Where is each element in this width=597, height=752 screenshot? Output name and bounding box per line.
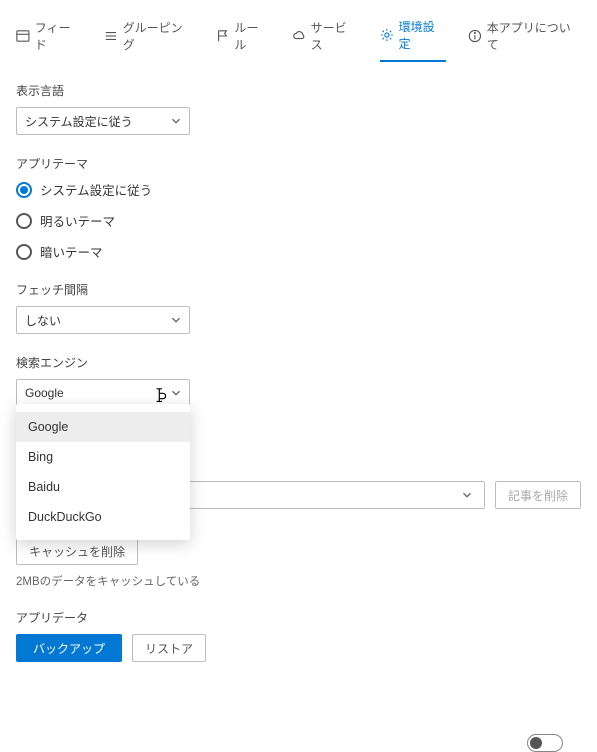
radio-icon [16, 213, 32, 229]
fetch-value: しない [25, 312, 61, 329]
search-option-bing[interactable]: Bing [16, 442, 190, 472]
chevron-down-icon [169, 386, 183, 400]
theme-option-system[interactable]: システム設定に従う [16, 180, 581, 199]
section-fetch: フェッチ間隔 しない [16, 281, 581, 334]
section-language: 表示言語 システム設定に従う [16, 82, 581, 135]
language-select[interactable]: システム設定に従う [16, 107, 190, 135]
radio-label: システム設定に従う [40, 180, 152, 199]
tab-label: フィード [35, 19, 82, 53]
tab-bar: フィード グルーピング ルール サービス 環境設定 本アプリについて [16, 8, 581, 62]
clear-cache-button[interactable]: キャッシュを削除 [16, 537, 138, 565]
section-theme: アプリテーマ システム設定に従う 明るいテーマ 暗いテーマ [16, 155, 581, 261]
radio-icon [16, 244, 32, 260]
appdata-label: アプリデータ [16, 609, 581, 626]
chevron-down-icon [169, 114, 183, 128]
cloud-icon [292, 29, 306, 43]
search-select[interactable]: Google [16, 379, 190, 407]
search-value: Google [25, 386, 64, 400]
search-option-baidu[interactable]: Baidu [16, 472, 190, 502]
section-search: 検索エンジン Google Google Bing Baidu DuckDuck… [16, 354, 581, 509]
search-option-duckduckgo[interactable]: DuckDuckGo [16, 502, 190, 532]
theme-option-dark[interactable]: 暗いテーマ [16, 242, 581, 261]
tab-label: ルール [234, 19, 269, 53]
search-dropdown: Google Bing Baidu DuckDuckGo [16, 404, 190, 540]
chevron-down-icon [460, 488, 474, 502]
search-option-google[interactable]: Google [16, 412, 190, 442]
language-value: システム設定に従う [25, 113, 133, 130]
restore-button[interactable]: リストア [132, 634, 206, 662]
tab-settings[interactable]: 環境設定 [380, 14, 446, 62]
cache-status: 2MBのデータをキャッシュしている [16, 573, 581, 589]
tab-about[interactable]: 本アプリについて [468, 14, 581, 62]
group-icon [104, 29, 118, 43]
radio-label: 暗いテーマ [40, 242, 103, 261]
tab-service[interactable]: サービス [292, 14, 358, 62]
info-icon [468, 29, 482, 43]
tab-label: 環境設定 [399, 18, 446, 52]
tab-rule[interactable]: ルール [216, 14, 270, 62]
tab-label: 本アプリについて [487, 19, 581, 53]
tab-label: サービス [311, 19, 358, 53]
search-label: 検索エンジン [16, 354, 581, 371]
flag-icon [216, 29, 230, 43]
delete-article-button[interactable]: 記事を削除 [495, 481, 581, 509]
fetch-label: フェッチ間隔 [16, 281, 581, 298]
backup-button[interactable]: バックアップ [16, 634, 122, 662]
radio-icon [16, 182, 32, 198]
gear-icon [380, 28, 394, 42]
chevron-down-icon [169, 313, 183, 327]
radio-label: 明るいテーマ [40, 211, 115, 230]
theme-option-light[interactable]: 明るいテーマ [16, 211, 581, 230]
language-label: 表示言語 [16, 82, 581, 99]
theme-label: アプリテーマ [16, 155, 581, 172]
tab-feed[interactable]: フィード [16, 14, 82, 62]
tab-grouping[interactable]: グルーピング [104, 14, 194, 62]
toggle-switch[interactable] [527, 734, 563, 752]
theme-radio-group: システム設定に従う 明るいテーマ 暗いテーマ [16, 180, 581, 261]
list-icon [16, 29, 30, 43]
fetch-select[interactable]: しない [16, 306, 190, 334]
tab-label: グルーピング [123, 19, 194, 53]
section-appdata: アプリデータ バックアップ リストア [16, 609, 581, 662]
section-cache: キャッシュを削除 2MBのデータをキャッシュしている [16, 537, 581, 589]
